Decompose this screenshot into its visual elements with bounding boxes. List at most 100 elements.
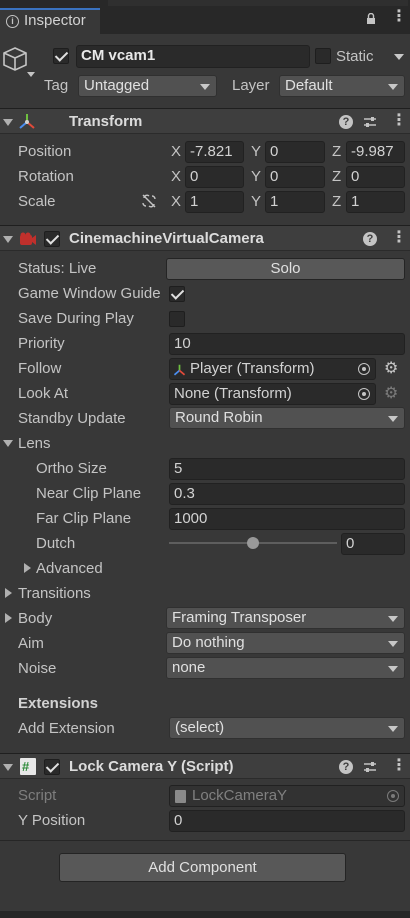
advanced-foldout-icon[interactable] [24,563,31,573]
lens-label[interactable]: Lens [18,431,51,456]
position-label: Position [18,143,72,160]
cube-dropdown-icon[interactable] [27,72,35,77]
position-y-field[interactable]: 0 [265,141,325,163]
vcam-header[interactable]: CinemachineVirtualCamera ? ⋮ [0,225,410,251]
add-extension-label: Add Extension [18,720,115,737]
vcam-enabled-checkbox[interactable] [44,231,60,247]
standby-update-label: Standby Update [18,410,126,427]
rotation-z-axis[interactable]: Z [332,164,341,189]
advanced-label[interactable]: Advanced [36,556,103,581]
lens-foldout-icon[interactable] [3,440,13,447]
transform-icon [18,113,36,135]
presets-icon[interactable] [363,115,377,129]
dropdown-arrow-icon [388,616,398,622]
position-x-field[interactable]: -7.821 [185,141,244,163]
position-x-axis[interactable]: X [171,139,181,164]
aim-dropdown[interactable]: Do nothing [166,632,405,654]
object-picker-icon[interactable] [358,363,370,375]
script-file-icon [175,790,186,803]
position-z-axis[interactable]: Z [332,139,341,164]
static-checkbox[interactable] [315,48,331,64]
game-window-guides-checkbox[interactable] [169,286,185,302]
position-y-axis[interactable]: Y [251,139,261,164]
tag-dropdown-arrow-icon [200,84,210,90]
scale-y-field[interactable]: 1 [265,191,325,213]
ortho-size-field[interactable]: 5 [169,458,405,480]
vcam-menu-icon[interactable]: ⋮ [391,225,407,251]
save-during-play-label: Save During Play [18,310,134,327]
standby-update-dropdown[interactable]: Round Robin [169,407,405,429]
follow-field[interactable]: Player (Transform) [169,358,376,380]
body-foldout-icon[interactable] [5,613,12,623]
dutch-field[interactable]: 0 [341,533,405,555]
look-at-gear-icon[interactable]: ⚙ [384,386,398,402]
priority-label: Priority [18,335,65,352]
rotation-z-field[interactable]: 0 [346,166,405,188]
name-field[interactable]: CM vcam1 [76,45,310,68]
script-value: LockCameraY [192,787,288,804]
y-position-field[interactable]: 0 [169,810,405,832]
follow-label: Follow [18,360,62,377]
noise-label: Noise [18,660,57,677]
object-picker-icon[interactable] [358,388,370,400]
tag-value: Untagged [84,77,150,94]
tab-menu-icon[interactable]: ⋮ [391,4,407,30]
lock-icon[interactable] [366,12,376,24]
status-label: Status: Live [18,260,97,277]
scale-y-axis[interactable]: Y [251,189,261,214]
layer-dropdown[interactable]: Default [279,75,405,97]
lockcam-help-icon[interactable]: ? [339,760,353,774]
tab-bar-slot [108,0,408,6]
add-extension-value: (select) [175,719,225,736]
look-at-value: None (Transform) [174,385,292,402]
look-at-field[interactable]: None (Transform) [169,383,376,405]
scale-x-field[interactable]: 1 [185,191,244,213]
solo-button[interactable]: Solo [166,258,405,280]
static-dropdown-icon[interactable] [394,54,404,60]
lockcam-enabled-checkbox[interactable] [44,759,60,775]
scale-z-field[interactable]: 1 [346,191,405,213]
tag-dropdown[interactable]: Untagged [78,75,217,97]
layer-dropdown-arrow-icon [388,84,398,90]
transform-header[interactable]: Transform ? ⋮ [0,108,410,134]
transitions-foldout-icon[interactable] [5,588,12,598]
priority-field[interactable]: 10 [169,333,405,355]
dropdown-arrow-icon [388,641,398,647]
far-clip-field[interactable]: 1000 [169,508,405,530]
lockcam-menu-icon[interactable]: ⋮ [391,753,407,779]
scale-z-axis[interactable]: Z [332,189,341,214]
noise-dropdown[interactable]: none [166,657,405,679]
scale-x-axis[interactable]: X [171,189,181,214]
lockcam-presets-icon[interactable] [363,760,377,774]
transitions-label[interactable]: Transitions [18,581,91,606]
lockcam-header[interactable]: # Lock Camera Y (Script) ? ⋮ [0,753,410,779]
add-component-button[interactable]: Add Component [59,853,346,882]
cube-icon [2,46,28,76]
rotation-x-axis[interactable]: X [171,164,181,189]
vcam-help-icon[interactable]: ? [363,232,377,246]
scale-label: Scale [18,193,56,210]
follow-gear-icon[interactable]: ⚙ [384,361,398,377]
active-checkbox[interactable] [53,48,69,64]
vcam-foldout-icon[interactable] [3,236,13,243]
help-icon[interactable]: ? [339,115,353,129]
dutch-slider[interactable] [169,531,337,556]
tab-inspector[interactable]: i Inspector [0,8,100,34]
add-extension-dropdown[interactable]: (select) [169,717,405,739]
near-clip-field[interactable]: 0.3 [169,483,405,505]
lockcam-foldout-icon[interactable] [3,764,13,771]
body-dropdown[interactable]: Framing Transposer [166,607,405,629]
position-z-field[interactable]: -9.987 [346,141,405,163]
far-clip-label: Far Clip Plane [36,510,132,527]
rotation-y-axis[interactable]: Y [251,164,261,189]
rotation-x-field[interactable]: 0 [185,166,244,188]
status-bar [0,911,410,918]
tab-label: Inspector [24,12,86,29]
transform-menu-icon[interactable]: ⋮ [391,108,407,134]
save-during-play-checkbox[interactable] [169,311,185,327]
dutch-slider-thumb[interactable] [247,537,259,549]
lockcam-title: Lock Camera Y (Script) [69,758,234,775]
constrain-proportions-icon[interactable] [141,194,157,212]
rotation-y-field[interactable]: 0 [265,166,325,188]
transform-foldout-icon[interactable] [3,119,13,126]
